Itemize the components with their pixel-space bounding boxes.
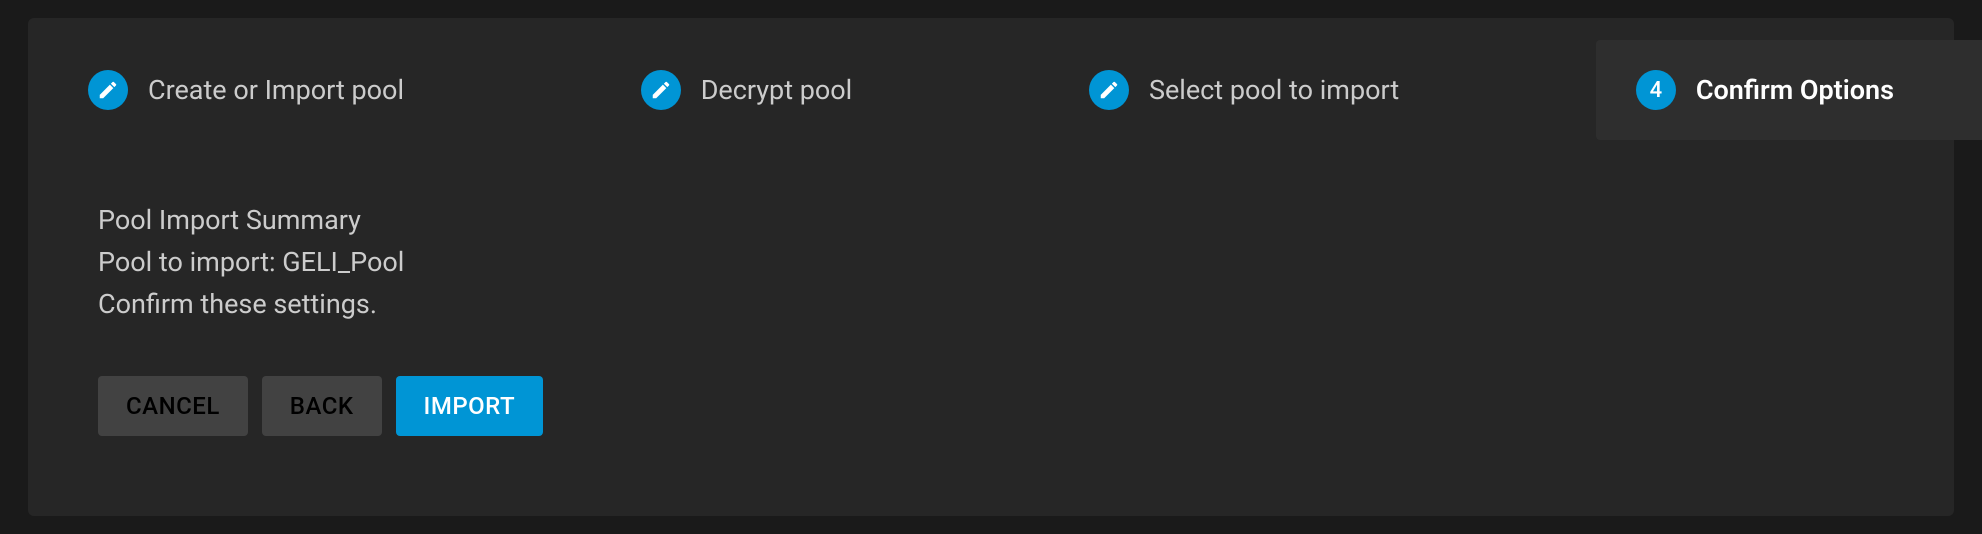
- stepper: Create or Import pool Decrypt pool Selec…: [28, 18, 1954, 140]
- import-button[interactable]: IMPORT: [396, 376, 544, 436]
- summary-confirm-line: Confirm these settings.: [98, 284, 1954, 326]
- step-label: Select pool to import: [1149, 74, 1399, 106]
- pencil-icon: [88, 70, 128, 110]
- step-label: Decrypt pool: [701, 74, 853, 106]
- step-number: 4: [1650, 78, 1663, 103]
- step-label: Create or Import pool: [148, 74, 404, 106]
- step-number-icon: 4: [1636, 70, 1676, 110]
- summary-title: Pool Import Summary: [98, 200, 1954, 242]
- summary-pool-line: Pool to import: GELI_Pool: [98, 242, 1954, 284]
- step-decrypt-pool[interactable]: Decrypt pool: [641, 70, 853, 110]
- summary-pool-prefix: Pool to import:: [98, 246, 282, 278]
- step-create-or-import[interactable]: Create or Import pool: [88, 70, 404, 110]
- pencil-icon: [1089, 70, 1129, 110]
- step-confirm-options[interactable]: 4 Confirm Options: [1636, 70, 1894, 110]
- cancel-button[interactable]: CANCEL: [98, 376, 248, 436]
- summary-content: Pool Import Summary Pool to import: GELI…: [28, 140, 1954, 326]
- button-row: CANCEL BACK IMPORT: [28, 326, 1954, 436]
- summary-pool-name: GELI_Pool: [282, 246, 404, 278]
- pencil-icon: [641, 70, 681, 110]
- step-select-pool[interactable]: Select pool to import: [1089, 70, 1399, 110]
- step-label: Confirm Options: [1696, 74, 1894, 106]
- wizard-panel: Create or Import pool Decrypt pool Selec…: [28, 18, 1954, 516]
- step-confirm-wrap: 4 Confirm Options: [1596, 40, 1982, 140]
- back-button[interactable]: BACK: [262, 376, 382, 436]
